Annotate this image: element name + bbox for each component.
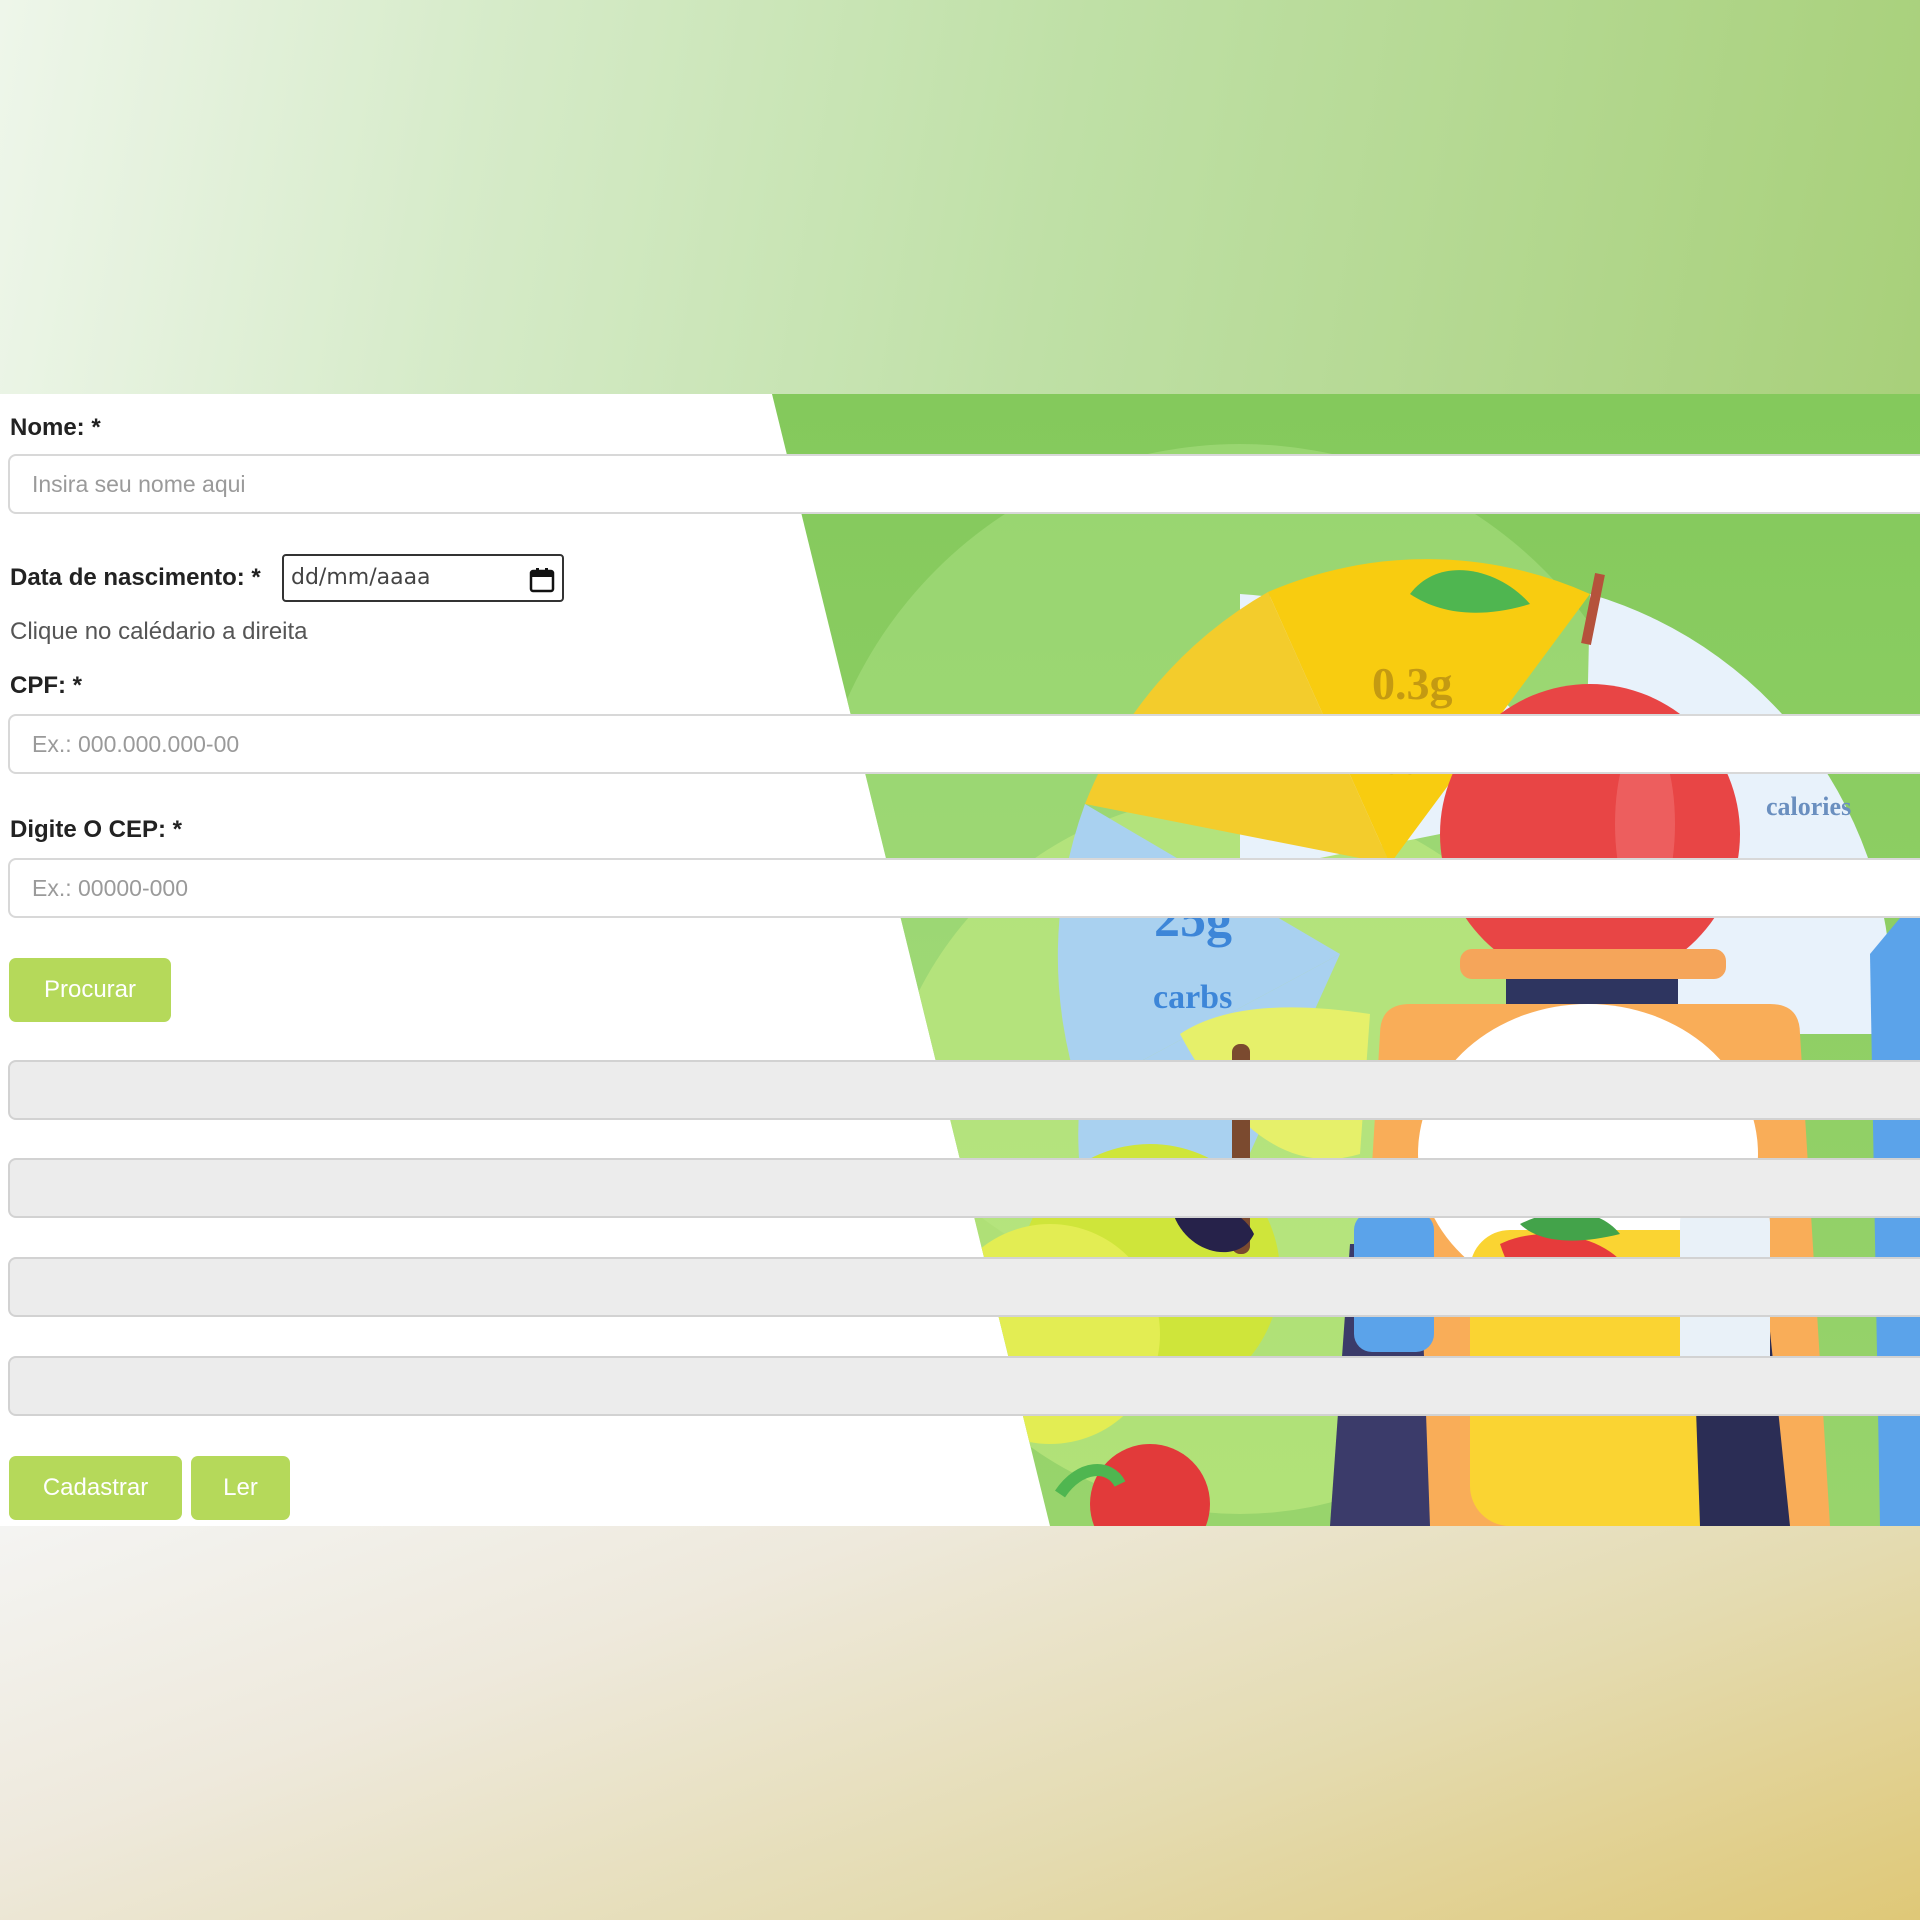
register-button[interactable]: Cadastrar	[9, 1456, 182, 1520]
name-label: Nome: *	[10, 414, 101, 441]
birthdate-label: Data de nascimento: *	[10, 564, 261, 591]
bottom-gradient-backdrop	[0, 1526, 1920, 1920]
read-button[interactable]: Ler	[191, 1456, 290, 1520]
registration-form: Nome: * Data de nascimento: * dd/mm/aaaa…	[0, 394, 1920, 1526]
address-field-4	[8, 1356, 1920, 1416]
name-input[interactable]	[8, 454, 1920, 514]
search-button[interactable]: Procurar	[9, 958, 171, 1022]
cpf-input[interactable]	[8, 714, 1920, 774]
top-gradient-backdrop	[0, 0, 1920, 394]
birthdate-hint: Clique no calédario a direita	[10, 618, 308, 645]
address-field-1	[8, 1060, 1920, 1120]
address-field-2	[8, 1158, 1920, 1218]
address-field-3	[8, 1257, 1920, 1317]
form-panel: 0.3g fat 25g carbs calories Nome: * Data…	[0, 394, 1920, 1526]
calendar-icon[interactable]	[528, 566, 556, 594]
cpf-label: CPF: *	[10, 672, 82, 699]
cep-label: Digite O CEP: *	[10, 816, 183, 843]
birthdate-input[interactable]: dd/mm/aaaa	[282, 554, 564, 602]
birthdate-value: dd/mm/aaaa	[291, 565, 431, 590]
cep-input[interactable]	[8, 858, 1920, 918]
